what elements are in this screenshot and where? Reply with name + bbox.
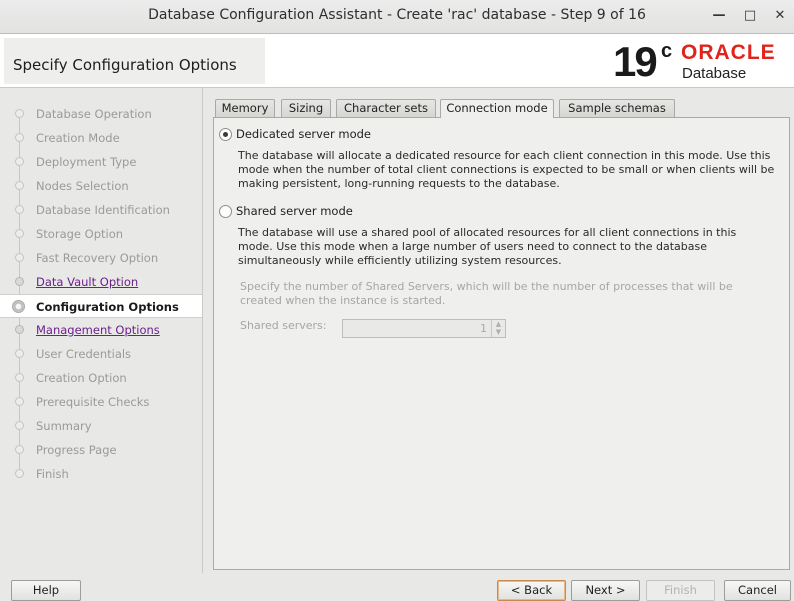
step-label: Finish [36, 467, 69, 481]
step-label: Creation Option [36, 371, 127, 385]
step-deployment-type: Deployment Type [0, 151, 202, 173]
close-icon[interactable]: ✕ [771, 7, 789, 25]
help-button[interactable]: Help [11, 580, 81, 601]
step-database-identification: Database Identification [0, 199, 202, 221]
tab-sample-schemas[interactable]: Sample schemas [559, 99, 675, 117]
finish-button[interactable]: Finish [646, 580, 715, 601]
title-bar: Database Configuration Assistant - Creat… [0, 0, 794, 34]
oracle-logo: ORACLE [681, 41, 776, 64]
window-title: Database Configuration Assistant - Creat… [148, 7, 646, 23]
step-indicator-icon [15, 181, 24, 190]
next-button[interactable]: Next > [571, 580, 640, 601]
maximize-icon[interactable]: □ [741, 7, 759, 25]
shared-servers-value: 1 [480, 322, 487, 335]
step-label: Storage Option [36, 227, 124, 241]
step-title: Specify Configuration Options [13, 56, 237, 74]
step-prerequisite-checks: Prerequisite Checks [0, 391, 202, 413]
step-label: Nodes Selection [36, 179, 129, 193]
step-label: Deployment Type [36, 155, 137, 169]
dedicated-server-radio[interactable] [219, 128, 232, 141]
step-storage-option: Storage Option [0, 223, 202, 245]
step-database-operation: Database Operation [0, 103, 202, 125]
step-label: Prerequisite Checks [36, 395, 150, 409]
spinner-up-icon[interactable]: ▲ [492, 320, 505, 328]
dedicated-server-description: The database will allocate a dedicated r… [238, 149, 775, 190]
oracle-version-number: 19 [613, 38, 658, 85]
tab-character-sets[interactable]: Character sets [336, 99, 436, 117]
step-indicator-icon [15, 397, 24, 406]
shared-server-label[interactable]: Shared server mode [236, 204, 353, 218]
step-indicator-icon [15, 325, 24, 334]
step-indicator-icon [15, 277, 24, 286]
current-step-icon [12, 300, 25, 313]
step-finish: Finish [0, 463, 202, 485]
step-label: Database Operation [36, 107, 152, 121]
step-indicator-icon [15, 421, 24, 430]
step-data-vault-option[interactable]: Data Vault Option [0, 271, 202, 293]
shared-server-radio[interactable] [219, 205, 232, 218]
shared-servers-spinner[interactable]: 1 ▲ ▼ [342, 319, 506, 338]
step-label: Progress Page [36, 443, 117, 457]
spinner-arrows[interactable]: ▲ ▼ [491, 320, 505, 337]
tab-connection-mode[interactable]: Connection mode [440, 99, 554, 118]
minimize-icon[interactable]: — [710, 7, 728, 25]
step-title-box: Specify Configuration Options [4, 38, 265, 84]
step-label: User Credentials [36, 347, 132, 361]
shared-servers-label: Shared servers: [240, 319, 327, 332]
step-indicator-icon [15, 157, 24, 166]
step-summary: Summary [0, 415, 202, 437]
shared-servers-hint: Specify the number of Shared Servers, wh… [240, 280, 733, 307]
step-creation-option: Creation Option [0, 367, 202, 389]
step-indicator-icon [15, 469, 24, 478]
step-indicator-icon [15, 205, 24, 214]
step-configuration-options: Configuration Options [0, 294, 202, 318]
tab-sizing[interactable]: Sizing [281, 99, 331, 117]
step-indicator-icon [15, 253, 24, 262]
oracle-version-suffix: c [661, 40, 673, 62]
step-creation-mode: Creation Mode [0, 127, 202, 149]
step-management-options[interactable]: Management Options [0, 319, 202, 341]
step-label: Configuration Options [36, 300, 179, 314]
step-indicator-icon [15, 373, 24, 382]
step-indicator-icon [15, 349, 24, 358]
step-indicator-icon [15, 109, 24, 118]
cancel-button[interactable]: Cancel [724, 580, 791, 601]
oracle-product-name: Database [682, 65, 747, 82]
step-fast-recovery-option: Fast Recovery Option [0, 247, 202, 269]
step-link[interactable]: Data Vault Option [36, 275, 138, 289]
step-indicator-icon [15, 229, 24, 238]
step-label: Creation Mode [36, 131, 120, 145]
step-progress-page: Progress Page [0, 439, 202, 461]
dedicated-server-label[interactable]: Dedicated server mode [236, 127, 371, 141]
spinner-down-icon[interactable]: ▼ [492, 328, 505, 336]
wizard-header: Specify Configuration Options 19 c ORACL… [0, 34, 794, 88]
step-link[interactable]: Management Options [36, 323, 160, 337]
step-indicator-icon [15, 133, 24, 142]
step-nodes-selection: Nodes Selection [0, 175, 202, 197]
step-label: Database Identification [36, 203, 170, 217]
back-button[interactable]: < Back [497, 580, 566, 601]
step-label: Summary [36, 419, 92, 433]
step-label: Fast Recovery Option [36, 251, 159, 265]
shared-server-description: The database will use a shared pool of a… [238, 226, 737, 267]
step-indicator-icon [15, 445, 24, 454]
tab-memory[interactable]: Memory [215, 99, 275, 117]
step-user-credentials: User Credentials [0, 343, 202, 365]
